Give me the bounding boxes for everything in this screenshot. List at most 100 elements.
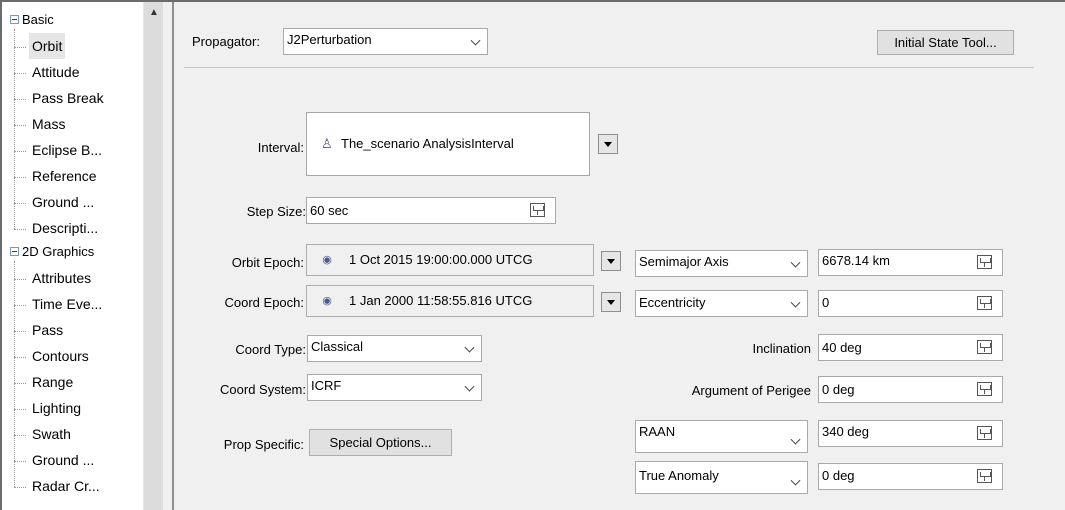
propagator-select[interactable]: J2Perturbation	[283, 28, 488, 55]
coord-system-label: Coord System:	[220, 382, 306, 397]
tree-connector	[14, 279, 26, 280]
tree-connector	[14, 125, 26, 126]
tree-item[interactable]: Orbit	[29, 33, 66, 59]
interval-field[interactable]: ♙ The_scenario AnalysisInterval	[306, 112, 590, 176]
chevron-down-icon	[790, 434, 801, 445]
eccentricity-value: 0	[822, 295, 830, 310]
collapse-icon[interactable]	[10, 247, 19, 256]
tree-connector	[14, 383, 26, 384]
true-anomaly-field[interactable]: 0 deg	[818, 463, 1003, 490]
raan-select[interactable]: RAAN	[635, 420, 808, 453]
tree-connector	[14, 177, 26, 178]
coord-epoch-label: Coord Epoch:	[224, 295, 305, 310]
raan-value: 340 deg	[822, 424, 869, 439]
eccentricity-field[interactable]: 0	[818, 290, 1003, 317]
interval-value: The_scenario AnalysisInterval	[341, 136, 514, 151]
chevron-down-icon	[790, 257, 801, 268]
unit-selector-icon[interactable]	[977, 469, 992, 483]
tree-item[interactable]: Mass	[32, 111, 65, 137]
initial-state-tool-button[interactable]: Initial State Tool...	[877, 30, 1014, 55]
tree-group-label: 2D Graphics	[22, 244, 95, 259]
interval-dropdown-button[interactable]	[598, 134, 618, 154]
tree-connector	[14, 99, 26, 100]
tree-connector	[14, 357, 26, 358]
header-separator	[184, 67, 1034, 68]
tree-item[interactable]: Time Eve...	[32, 291, 102, 317]
tree-connector	[14, 47, 26, 48]
chevron-down-icon	[470, 35, 481, 46]
coord-epoch-value: 1 Jan 2000 11:58:55.816 UTCG	[349, 293, 533, 308]
semimajor-axis-value: 6678.14 km	[822, 253, 890, 268]
unit-selector-icon[interactable]	[977, 296, 992, 310]
unit-selector-icon[interactable]	[530, 203, 545, 217]
unit-selector-icon[interactable]	[977, 382, 992, 396]
tree-connector	[14, 305, 26, 306]
tree-item[interactable]: Attitude	[32, 59, 79, 85]
true-anomaly-label: True Anomaly	[639, 468, 719, 483]
step-size-label: Step Size:	[246, 204, 306, 219]
chevron-down-icon	[464, 381, 475, 392]
unit-selector-icon[interactable]	[977, 340, 992, 354]
inclination-label: Inclination	[752, 341, 811, 356]
interval-label: Interval:	[257, 140, 304, 155]
properties-tree: Basic Orbit Attitude Pass Break Mass Eclipse …	[2, 2, 143, 510]
true-anomaly-value: 0 deg	[822, 468, 855, 483]
tree-item[interactable]: Contours	[32, 343, 89, 369]
tree-item[interactable]: Pass Break	[32, 85, 104, 111]
orbit-epoch-field[interactable]: ◉ 1 Oct 2015 19:00:00.000 UTCG	[306, 244, 594, 276]
semimajor-axis-label: Semimajor Axis	[639, 254, 729, 269]
chevron-down-icon	[790, 475, 801, 486]
unit-selector-icon[interactable]	[977, 426, 992, 440]
tree-scrollbar[interactable]: ▲	[143, 2, 163, 510]
orbit-epoch-dropdown-button[interactable]	[601, 251, 621, 271]
unit-selector-icon[interactable]	[977, 255, 992, 269]
tree-connector	[14, 331, 26, 332]
coord-epoch-dropdown-button[interactable]	[601, 292, 621, 312]
coord-type-value: Classical	[311, 339, 364, 354]
argument-of-perigee-field[interactable]: 0 deg	[818, 376, 1003, 403]
special-options-button[interactable]: Special Options...	[309, 429, 452, 456]
true-anomaly-select[interactable]: True Anomaly	[635, 461, 808, 494]
tree-item[interactable]: Reference	[32, 163, 97, 189]
coord-system-select[interactable]: ICRF	[307, 374, 482, 401]
tree-item[interactable]: Ground ...	[32, 447, 94, 473]
tree-connector	[14, 461, 26, 462]
semimajor-axis-field[interactable]: 6678.14 km	[818, 249, 1003, 276]
tree-item[interactable]: Swath	[32, 421, 71, 447]
step-size-field[interactable]: 60 sec	[306, 197, 556, 224]
epoch-icon: ◉	[322, 295, 332, 307]
tree-connector	[14, 487, 26, 488]
chevron-down-icon	[464, 342, 475, 353]
tree-connector	[14, 203, 26, 204]
tree-item[interactable]: Lighting	[32, 395, 81, 421]
raan-label: RAAN	[639, 424, 676, 439]
tree-item[interactable]: Descripti...	[32, 215, 98, 241]
tree-connector	[14, 151, 26, 152]
eccentricity-select[interactable]: Eccentricity	[635, 290, 808, 317]
tree-connector	[14, 435, 26, 436]
chevron-down-icon	[790, 297, 801, 308]
tree-item[interactable]: Pass	[32, 317, 63, 343]
tree-connector-line	[14, 261, 15, 487]
coord-system-value: ICRF	[311, 378, 342, 393]
scroll-up-icon[interactable]: ▲	[144, 4, 164, 22]
prop-specific-label: Prop Specific:	[223, 437, 304, 452]
raan-field[interactable]: 340 deg	[818, 420, 1003, 447]
propagator-value: J2Perturbation	[287, 32, 372, 47]
coord-type-label: Coord Type:	[235, 342, 306, 357]
tree-item[interactable]: Ground ...	[32, 189, 94, 215]
coord-type-select[interactable]: Classical	[307, 335, 482, 362]
coord-epoch-field[interactable]: ◉ 1 Jan 2000 11:58:55.816 UTCG	[306, 285, 594, 317]
semimajor-axis-select[interactable]: Semimajor Axis	[635, 250, 808, 277]
tree-splitter[interactable]	[163, 2, 177, 510]
tree-item[interactable]: Attributes	[32, 265, 91, 291]
inclination-field[interactable]: 40 deg	[818, 334, 1003, 361]
tree-item[interactable]: Radar Cr...	[32, 473, 100, 499]
collapse-icon[interactable]	[10, 15, 19, 24]
inclination-value: 40 deg	[822, 340, 862, 355]
tree-item[interactable]: Range	[32, 369, 73, 395]
tree-item[interactable]: Eclipse B...	[32, 137, 102, 163]
tree-connector	[14, 229, 26, 230]
interval-icon: ♙	[321, 136, 333, 151]
argument-of-perigee-label: Argument of Perigee	[691, 383, 811, 398]
